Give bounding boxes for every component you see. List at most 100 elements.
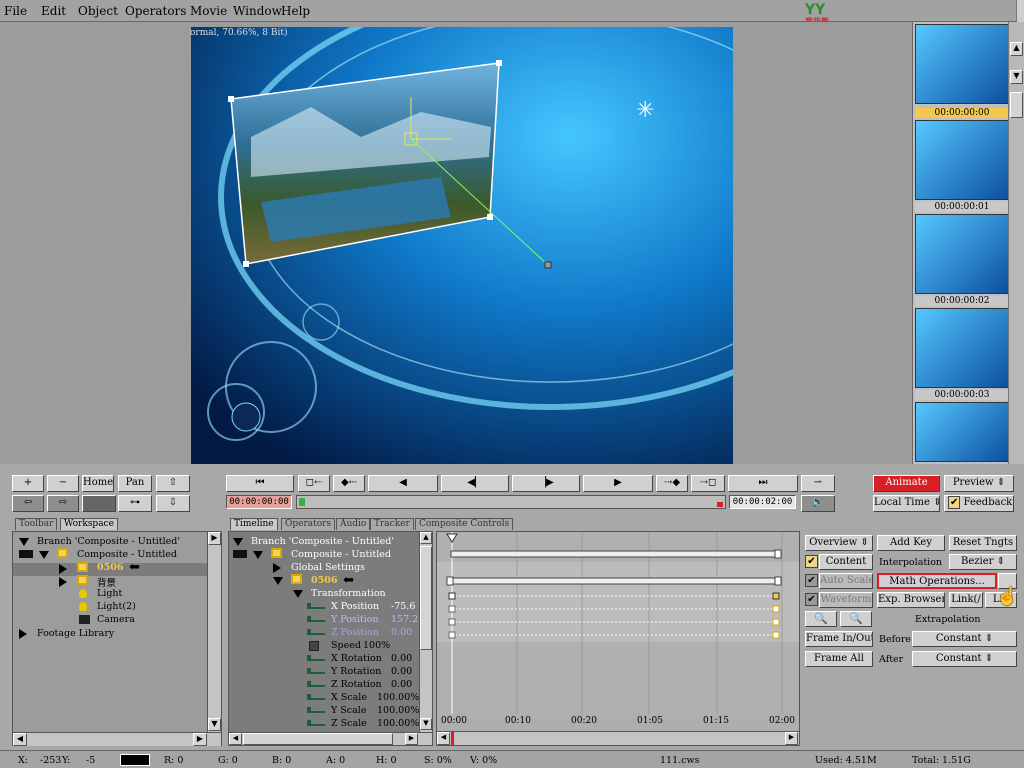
menu-edit[interactable]: Edit <box>41 4 66 18</box>
keyframe-toggle-icon[interactable] <box>307 707 325 713</box>
tab-audio[interactable]: Audio <box>336 518 371 530</box>
time-slider-start-marker[interactable] <box>299 498 305 506</box>
keyframe-toggle-icon[interactable] <box>307 694 325 700</box>
zoom-out-icon[interactable]: 🔍 <box>840 611 872 627</box>
upload-icon[interactable]: ⇧ <box>156 475 190 492</box>
timeline-layer-0506[interactable]: 0506 <box>311 575 337 586</box>
timeline-branch[interactable]: Branch 'Composite - Untitled' <box>251 536 394 547</box>
keyframe-toggle-icon[interactable] <box>307 668 325 674</box>
scroll-thumb[interactable] <box>1010 92 1023 118</box>
prev-keyframe-icon[interactable]: ◆⇠ <box>333 475 365 492</box>
scroll-left-icon[interactable]: ◀ <box>437 732 450 745</box>
tab-composite-controls[interactable]: Composite Controls <box>415 518 514 530</box>
tab-tracker[interactable]: Tracker <box>370 518 414 530</box>
overview-dropdown[interactable]: Overview ⇕ <box>805 535 873 551</box>
scroll-thumb[interactable] <box>243 733 393 745</box>
zoom-in-button[interactable]: + <box>12 475 44 492</box>
home-button[interactable]: Home <box>82 475 114 492</box>
back-arrow-icon[interactable]: ⇦ <box>12 495 44 512</box>
param-x-position-value[interactable]: -75.6 <box>391 601 415 612</box>
param-speed-value[interactable]: 100% <box>363 640 390 651</box>
scroll-left-icon[interactable]: ◀ <box>229 733 242 745</box>
loop-icon[interactable]: ⇀ <box>801 475 835 492</box>
go-to-end-icon[interactable]: ⏭ <box>728 475 798 492</box>
expand-icon[interactable] <box>59 577 67 587</box>
zoom-out-button[interactable]: − <box>47 475 79 492</box>
timeline-transformation[interactable]: Transformation <box>311 588 386 599</box>
timeline-tree-hscroll[interactable]: ◀ ▶ <box>229 732 432 745</box>
menu-movie[interactable]: Movie <box>190 4 227 18</box>
after-dropdown[interactable]: Constant ⇕ <box>912 651 1017 667</box>
scroll-right-icon[interactable]: ▶ <box>785 732 798 745</box>
step-back-icon[interactable]: ◀▏ <box>441 475 509 492</box>
tab-toolbar[interactable]: Toolbar <box>15 518 58 530</box>
preview-dropdown[interactable]: Preview ⇕ <box>944 475 1014 492</box>
timeline-tracks[interactable] <box>437 532 799 714</box>
pan-button[interactable]: Pan <box>118 475 152 492</box>
play-icon[interactable]: ▶ <box>583 475 653 492</box>
param-x-rotation-value[interactable]: 0.00 <box>391 653 412 664</box>
go-to-start-icon[interactable]: ⏮ <box>226 475 294 492</box>
tree-item-composite[interactable]: Composite - Untitled <box>77 549 177 560</box>
next-key-icon[interactable]: ⇢◻ <box>691 475 725 492</box>
scroll-left-icon[interactable]: ◀ <box>13 733 27 746</box>
play-reverse-icon[interactable]: ◀ <box>368 475 438 492</box>
expand-icon[interactable] <box>19 629 27 639</box>
link-nodes-icon[interactable]: ⊶ <box>118 495 152 512</box>
waveform-button[interactable]: Waveform <box>819 592 873 608</box>
param-z-rotation-value[interactable]: 0.00 <box>391 679 412 690</box>
timeline-ruler[interactable]: 00:00 00:10 00:20 01:05 01:15 02:00 <box>437 714 799 728</box>
keyframe-toggle-icon[interactable] <box>307 603 325 609</box>
next-keyframe-icon[interactable]: ⇢◆ <box>656 475 688 492</box>
thumbnail-frame[interactable] <box>915 214 1009 294</box>
tree-item-background[interactable]: 背景 <box>97 575 116 589</box>
timeline-composite[interactable]: Composite - Untitled <box>291 549 391 560</box>
scroll-right-icon[interactable]: ▶ <box>405 733 418 745</box>
menu-object[interactable]: Object <box>78 4 118 18</box>
menu-help[interactable]: Help <box>281 4 310 18</box>
add-key-button[interactable]: Add Key <box>877 535 945 551</box>
keyframe-toggle-icon[interactable] <box>307 616 325 622</box>
content-checkbox[interactable]: ✔ <box>805 555 818 568</box>
auto-scale-button[interactable]: Auto Scale <box>819 573 873 589</box>
thumbnail-frame[interactable] <box>915 402 1009 462</box>
param-y-position-value[interactable]: 157.2 <box>391 614 418 625</box>
workspace-hscroll[interactable]: ◀ ▶ <box>13 732 221 746</box>
feedback-checkbox[interactable]: ✔ Feedback <box>944 495 1014 512</box>
menu-file[interactable]: File <box>4 4 27 18</box>
exp-browser-button[interactable]: Exp. Browser <box>877 592 945 608</box>
time-slider-end-marker[interactable] <box>717 502 723 507</box>
scroll-right-icon[interactable]: ▶ <box>208 532 221 545</box>
step-forward-icon[interactable]: ▕▶ <box>512 475 580 492</box>
prev-key-icon[interactable]: ◻⇠ <box>298 475 330 492</box>
tree-item-light[interactable]: Light <box>97 588 122 599</box>
scroll-up-icon[interactable]: ▲ <box>420 532 432 544</box>
link-button[interactable]: Link(/ <box>949 592 983 608</box>
param-z-scale-value[interactable]: 100.00% <box>377 718 419 729</box>
thumbnail-frame[interactable] <box>915 308 1009 388</box>
keyframe-toggle-icon[interactable] <box>307 655 325 661</box>
tab-timeline[interactable]: Timeline <box>230 518 278 530</box>
scroll-down-icon[interactable]: ▼ <box>420 718 432 730</box>
param-x-scale-value[interactable]: 100.00% <box>377 692 419 703</box>
interpolation-dropdown[interactable]: Bezier ⇕ <box>949 554 1017 570</box>
zoom-in-icon[interactable]: 🔍 <box>805 611 837 627</box>
waveform-checkbox[interactable]: ✔ <box>805 593 818 606</box>
speaker-icon[interactable]: 🔈 <box>801 495 835 512</box>
speed-checkbox[interactable] <box>309 641 319 651</box>
workspace-vscroll[interactable]: ▶ ▼ <box>207 532 221 732</box>
thumbnail-scrollbar[interactable]: ▲ ▼ <box>1008 22 1024 464</box>
color-swatch[interactable] <box>82 495 116 512</box>
download-icon[interactable]: ⇩ <box>156 495 190 512</box>
thumbnail-frame[interactable] <box>915 24 1009 104</box>
timecode-start-field[interactable]: 00:00:00:00 <box>226 495 292 509</box>
scroll-down-icon[interactable]: ▼ <box>208 718 221 731</box>
auto-scale-checkbox[interactable]: ✔ <box>805 574 818 587</box>
animate-button[interactable]: Animate <box>873 475 940 492</box>
timecode-end-field[interactable]: 00:00:02:00 <box>729 495 796 509</box>
time-slider[interactable] <box>296 495 726 509</box>
forward-arrow-icon[interactable]: ⇨ <box>47 495 79 512</box>
tree-item-light2[interactable]: Light(2) <box>97 601 136 612</box>
expand-icon[interactable] <box>293 590 303 598</box>
reset-tangents-button[interactable]: Reset Tngts <box>949 535 1017 551</box>
